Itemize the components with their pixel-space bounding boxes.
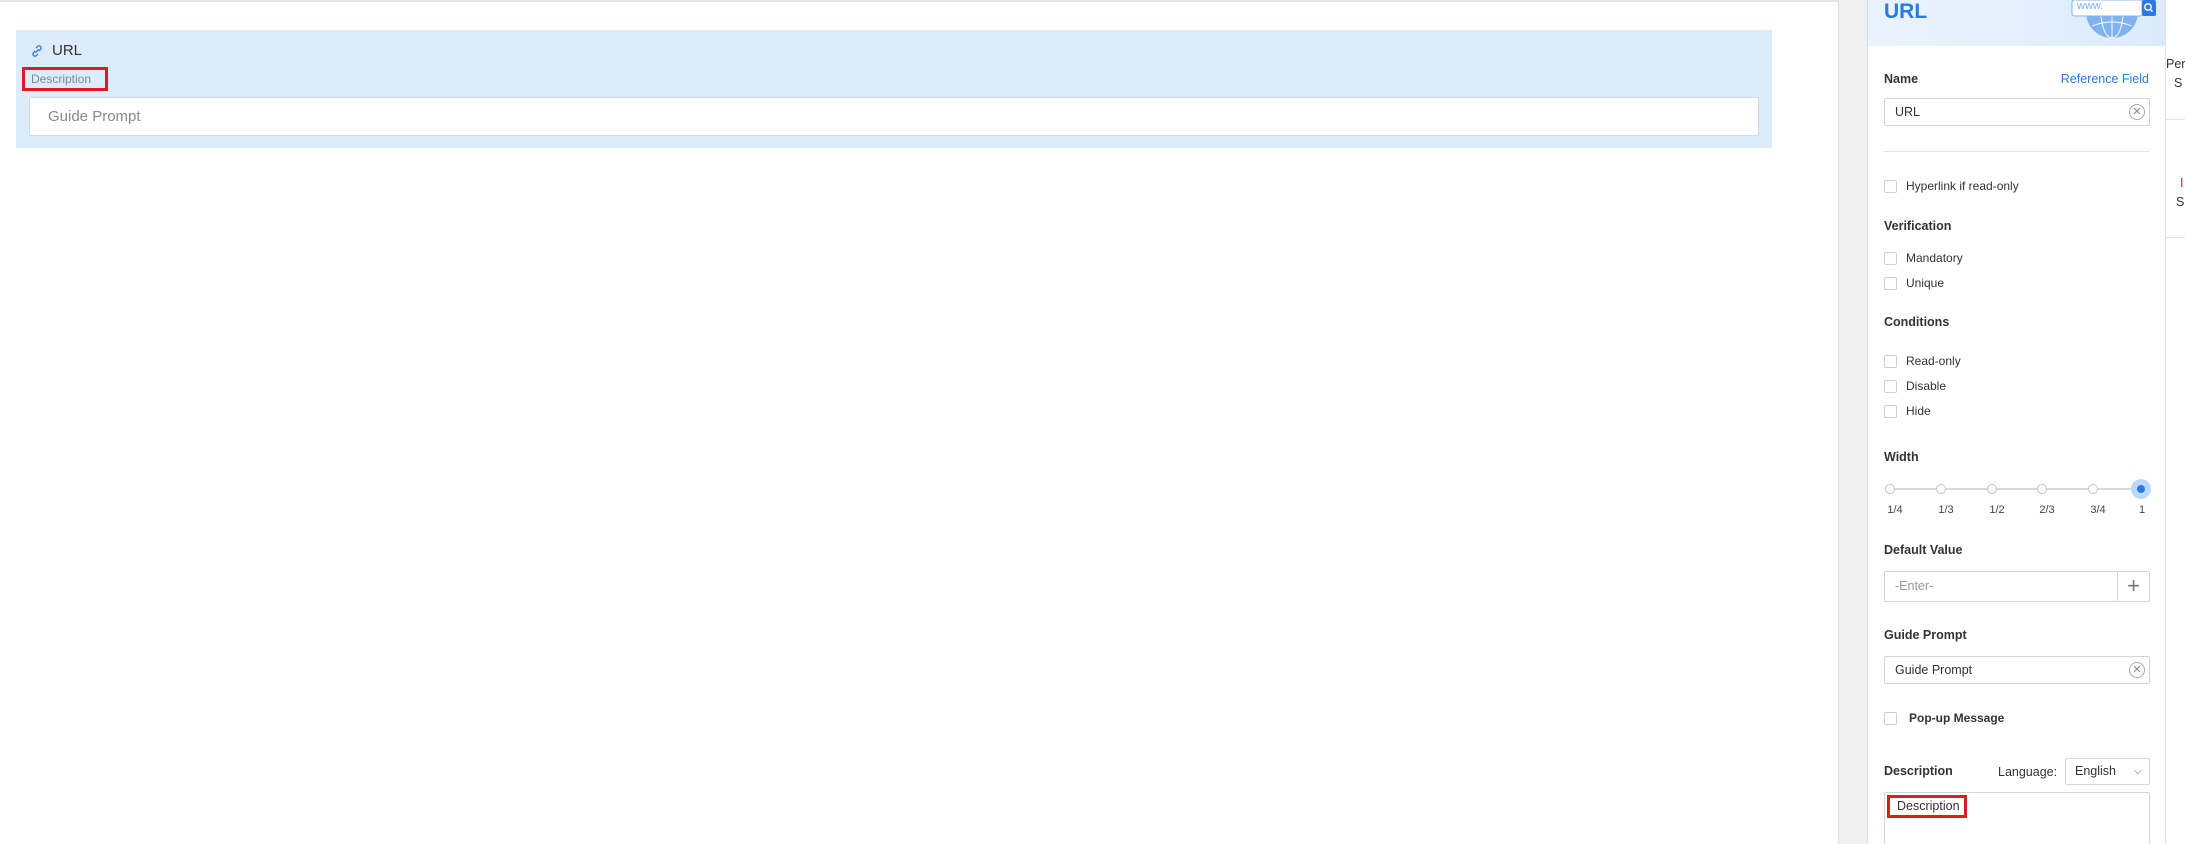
url-input[interactable]: Guide Prompt bbox=[29, 97, 1759, 136]
divider bbox=[1884, 151, 2150, 152]
width-label: Width bbox=[1884, 450, 1919, 464]
language-select[interactable]: English ⌵ bbox=[2065, 758, 2150, 785]
mandatory-checkbox[interactable] bbox=[1884, 251, 1897, 265]
name-label: Name bbox=[1884, 72, 1919, 86]
hyperlink-checkbox[interactable] bbox=[1884, 179, 1897, 193]
side-item-text[interactable]: Per bbox=[2166, 57, 2185, 71]
hyperlink-option[interactable]: Hyperlink if read-only bbox=[1884, 179, 2019, 193]
width-tick-label: 1 bbox=[2138, 504, 2146, 516]
read-only-option[interactable]: Read-only bbox=[1884, 354, 1961, 368]
link-icon bbox=[30, 44, 44, 58]
hyperlink-label: Hyperlink if read-only bbox=[1906, 179, 2019, 193]
description-text: Description bbox=[1887, 795, 1967, 818]
globe-search-icon: www. bbox=[2060, 0, 2160, 47]
width-slider-track[interactable] bbox=[1890, 488, 2140, 490]
url-field-card[interactable]: URL Description Guide Prompt bbox=[16, 30, 1772, 148]
clear-circle-icon[interactable]: ✕ bbox=[2129, 104, 2145, 120]
field-title-text: URL bbox=[52, 42, 83, 59]
name-input[interactable]: URL bbox=[1884, 98, 2150, 126]
hide-option[interactable]: Hide bbox=[1884, 404, 1931, 418]
width-stop-1-3[interactable] bbox=[1936, 484, 1946, 494]
width-tick-label: 1/3 bbox=[1938, 504, 1954, 516]
width-tick-label: 1/2 bbox=[1989, 504, 2005, 516]
language-label: Language: bbox=[1998, 765, 2058, 779]
width-tick-label: 2/3 bbox=[2039, 504, 2055, 516]
field-description: Description bbox=[22, 67, 108, 91]
read-only-checkbox[interactable] bbox=[1884, 354, 1897, 368]
description-textarea[interactable]: Description bbox=[1884, 792, 2150, 844]
reference-field-link[interactable]: Reference Field bbox=[2061, 72, 2149, 86]
mandatory-label: Mandatory bbox=[1906, 251, 1963, 265]
form-canvas: URL Description Guide Prompt bbox=[0, 0, 1838, 844]
description-label: Description bbox=[1884, 764, 1953, 778]
side-navigation-strip: Per S I S bbox=[2165, 0, 2185, 844]
width-stop-1-2[interactable] bbox=[1987, 484, 1997, 494]
language-value: English bbox=[2075, 764, 2116, 778]
width-slider-thumb[interactable] bbox=[2131, 479, 2151, 499]
field-title: URL bbox=[30, 42, 82, 59]
mandatory-option[interactable]: Mandatory bbox=[1884, 251, 1963, 265]
guide-prompt-input[interactable]: Guide Prompt bbox=[1884, 656, 2150, 684]
width-stop-2-3[interactable] bbox=[2037, 484, 2047, 494]
hide-checkbox[interactable] bbox=[1884, 404, 1897, 418]
unique-option[interactable]: Unique bbox=[1884, 276, 1944, 290]
panel-title: URL bbox=[1884, 0, 1928, 23]
width-stop-1-4[interactable] bbox=[1885, 484, 1895, 494]
side-item-text[interactable]: S bbox=[2174, 76, 2182, 90]
clear-circle-icon[interactable]: ✕ bbox=[2129, 662, 2145, 678]
verification-label: Verification bbox=[1884, 219, 1952, 233]
header-art-text: www. bbox=[2077, 0, 2104, 12]
width-tick-label: 3/4 bbox=[2090, 504, 2106, 516]
conditions-label: Conditions bbox=[1884, 315, 1950, 329]
popup-message-checkbox[interactable] bbox=[1884, 711, 1897, 725]
hide-label: Hide bbox=[1906, 404, 1931, 418]
width-stop-3-4[interactable] bbox=[2088, 484, 2098, 494]
default-value-label: Default Value bbox=[1884, 543, 1963, 557]
unique-label: Unique bbox=[1906, 276, 1945, 290]
side-divider bbox=[2166, 119, 2185, 120]
guide-prompt-label: Guide Prompt bbox=[1884, 628, 1967, 642]
popup-message-label: Pop-up Message bbox=[1909, 711, 2005, 725]
panel-divider[interactable] bbox=[1838, 0, 1868, 844]
side-item-text[interactable]: S bbox=[2176, 195, 2184, 209]
disable-option[interactable]: Disable bbox=[1884, 379, 1946, 393]
disable-label: Disable bbox=[1906, 379, 1947, 393]
chevron-down-icon: ⌵ bbox=[2133, 765, 2142, 777]
default-value-input[interactable]: -Enter- bbox=[1884, 571, 2118, 602]
panel-header: URL www. bbox=[1868, 0, 2165, 46]
side-divider bbox=[2166, 237, 2185, 238]
read-only-label: Read-only bbox=[1906, 354, 1961, 368]
popup-message-option[interactable]: Pop-up Message bbox=[1884, 711, 2004, 725]
unique-checkbox[interactable] bbox=[1884, 276, 1897, 290]
width-tick-label: 1/4 bbox=[1887, 504, 1903, 516]
properties-panel: URL www. Name Reference Field URL ✕ Hype… bbox=[1868, 0, 2165, 844]
plus-icon[interactable]: + bbox=[2118, 571, 2150, 602]
side-item-text[interactable]: I bbox=[2180, 176, 2183, 190]
disable-checkbox[interactable] bbox=[1884, 379, 1897, 393]
